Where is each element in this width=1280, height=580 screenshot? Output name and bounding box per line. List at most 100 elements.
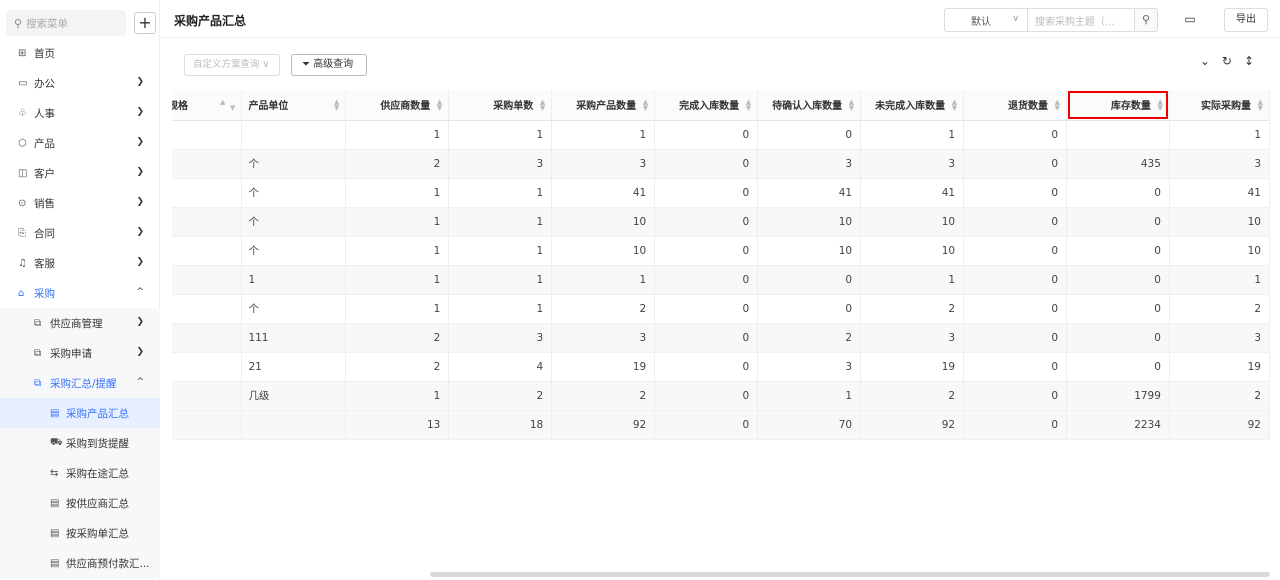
cell-spec	[172, 178, 243, 208]
table-row[interactable]: 个 1 1 10 0 10 10 0 0 10	[172, 236, 1270, 266]
sort-icon[interactable]: ▲ ▼	[1055, 99, 1060, 112]
export-button[interactable]: 导出	[1224, 8, 1268, 32]
col-header-purchase-qty[interactable]: 采购产品数量 ▲ ▼	[551, 90, 656, 121]
table-row[interactable]: 111 2 3 3 0 2 3 0 0 3	[172, 323, 1270, 353]
chevron-down-icon: ❯	[136, 317, 144, 327]
cell-return-qty: 0	[963, 120, 1067, 150]
sort-icon[interactable]: ▲ ▼	[540, 99, 545, 112]
chevron-up-icon: ^	[136, 287, 144, 297]
cell-inventory-qty	[1066, 120, 1170, 150]
col-header-unit[interactable]: 产品单位 ▲ ▼	[241, 90, 347, 121]
refresh-icon[interactable]: ↻	[1222, 54, 1232, 68]
col-header-pending-qty[interactable]: 待确认入库数量 ▲ ▼	[757, 90, 862, 121]
col-header-supplier-count[interactable]: 供应商数量 ▲ ▼	[345, 90, 450, 121]
add-button[interactable]: +	[134, 12, 156, 34]
menu-search-input[interactable]: ⚲ 搜索菜单	[6, 10, 126, 36]
cell-inventory-qty: 0	[1066, 352, 1170, 382]
col-header-unstocked-qty[interactable]: 未完成入库数量 ▲ ▼	[860, 90, 965, 121]
cell-pending-qty: 0	[757, 120, 862, 150]
cell-spec	[172, 352, 243, 382]
menu-item-product[interactable]: ⬡ 产品 ❯	[0, 128, 160, 158]
menu-item-service[interactable]: ♫ 客服 ❯	[0, 248, 160, 278]
table-row[interactable]: 几级 1 2 2 0 1 2 0 1799 2	[172, 381, 1270, 411]
cell-stocked-qty: 0	[654, 265, 759, 295]
table-row[interactable]: 个 2 3 3 0 3 3 0 435 3	[172, 149, 1270, 179]
cell-unstocked-qty: 10	[860, 207, 965, 237]
table-row[interactable]: 11100101	[172, 120, 1270, 150]
menu-item-supplier-mgmt[interactable]: ⧉ 供应商管理 ❯	[0, 308, 160, 338]
chevron-down-icon: ❯	[136, 197, 144, 207]
cell-unit: 个	[241, 178, 347, 208]
menu-item-label: 供应商管理	[50, 317, 103, 330]
chevron-down-icon: ❯	[136, 227, 144, 237]
chevron-down-icon: ❯	[136, 347, 144, 357]
cell-actual-qty: 1	[1169, 120, 1270, 150]
sort-icon[interactable]: ▲ ▼	[849, 99, 854, 112]
cell-spec	[172, 120, 243, 150]
cell-purchase-qty: 1	[551, 265, 656, 295]
menu-item-arrival-reminder[interactable]: ⛟ 采购到货提醒	[0, 428, 160, 458]
menu-item-summary-reminder[interactable]: ⧉ 采购汇总/提醒 ^	[0, 368, 160, 398]
scheme-select[interactable]: 自定义方案查询 ∨	[184, 54, 280, 76]
menu-item-transit-summary[interactable]: ⇆ 采购在途汇总	[0, 458, 160, 488]
menu-item-customer[interactable]: ◫ 客户 ❯	[0, 158, 160, 188]
menu-item-supplier-summary[interactable]: ▤ 按供应商汇总	[0, 488, 160, 518]
col-header-spec[interactable]: 规格 ▲ ▼	[172, 90, 243, 121]
cell-inventory-qty: 0	[1066, 265, 1170, 295]
sort-icon[interactable]: ▲ ▼	[952, 99, 957, 112]
cell-unstocked-qty: 3	[860, 149, 965, 179]
col-header-order-count[interactable]: 采购单数 ▲ ▼	[448, 90, 553, 121]
sort-icon[interactable]: ▲ ▼	[643, 99, 648, 112]
menu-search-row: ⚲ 搜索菜单 +	[6, 10, 156, 36]
col-header-actual-qty[interactable]: 实际采购量 ▲ ▼	[1169, 90, 1270, 121]
cell-spec	[172, 294, 243, 324]
table-row[interactable]: 个112002002	[172, 294, 1270, 324]
sort-icon[interactable]: ▲ ▼	[1158, 99, 1163, 112]
table-total-row: 13 18 92 0 70 92 0 2234 92	[172, 410, 1270, 440]
collapse-icon[interactable]: ⌄	[1200, 54, 1210, 68]
cell-stocked-qty: 0	[654, 294, 759, 324]
col-header-return-qty[interactable]: 退货数量 ▲ ▼	[963, 90, 1067, 121]
cell-unit: 1	[241, 265, 347, 295]
menu-item-home[interactable]: ⊞ 首页	[0, 38, 160, 68]
sort-icon[interactable]: ▲ ▼	[437, 99, 442, 112]
view-select[interactable]: 默认 ∨	[944, 8, 1028, 32]
menu-item-label: 产品	[34, 137, 55, 150]
cell-purchase-qty: 41	[551, 178, 656, 208]
monitor-icon[interactable]: ▭	[1178, 8, 1202, 32]
sort-icon[interactable]: ▲ ▼	[746, 99, 751, 112]
table-row[interactable]: 1111001001	[172, 265, 1270, 295]
cell-order-count: 1	[448, 207, 553, 237]
col-header-inventory-qty[interactable]: 库存数量 ▲ ▼	[1066, 90, 1170, 121]
table-row[interactable]: 个 1 1 41 0 41 41 0 0 41	[172, 178, 1270, 208]
menu-item-office[interactable]: ▭ 办公 ❯	[0, 68, 160, 98]
menu-item-hr[interactable]: ♧ 人事 ❯	[0, 98, 160, 128]
summary-table: 规格 ▲ ▼ 产品单位 ▲ ▼ 供应商数量 ▲ ▼ 采购单数 ▲ ▼ 采购产品数量 ▲ ▼ 完成入库…	[172, 90, 1270, 440]
report-icon: ▤	[50, 497, 60, 509]
cell-spec	[172, 236, 243, 266]
menu-item-purchase[interactable]: ⌂ 采购 ^	[0, 278, 160, 308]
table-row[interactable]: 个 1 1 10 0 10 10 0 0 10	[172, 207, 1270, 237]
sort-icon[interactable]: ▲ ▼	[220, 99, 235, 112]
search-button[interactable]: ⚲	[1134, 8, 1158, 32]
sort-icon[interactable]: ▲ ▼	[1258, 99, 1263, 112]
cell-return-qty: 0	[963, 294, 1067, 324]
total-cell-unstocked-qty: 92	[860, 410, 965, 440]
menu-item-sales[interactable]: ⊙ 销售 ❯	[0, 188, 160, 218]
cell-order-count: 4	[448, 352, 553, 382]
advanced-query-button[interactable]: ⏷ 高级查询	[291, 54, 367, 76]
horizontal-scrollbar[interactable]	[430, 572, 1270, 577]
truck-icon: ⛟	[50, 436, 63, 448]
menu-item-product-summary[interactable]: ▤ 采购产品汇总	[0, 398, 160, 428]
table-row[interactable]: 21 2 4 19 0 3 19 0 0 19	[172, 352, 1270, 382]
main-menu: ⊞ 首页 ▭ 办公 ❯ ♧ 人事 ❯ ⬡ 产品 ❯ ◫ 客户 ❯ ⊙ 销售 ❯ …	[0, 38, 160, 578]
menu-item-purchase-request[interactable]: ⧉ 采购申请 ❯	[0, 338, 160, 368]
menu-item-order-summary[interactable]: ▤ 按采购单汇总	[0, 518, 160, 548]
menu-item-contract[interactable]: ⎘ 合同 ❯	[0, 218, 160, 248]
cell-unit: 个	[241, 149, 347, 179]
sort-icon[interactable]: ▲ ▼	[334, 99, 339, 112]
column-height-icon[interactable]: ↕	[1244, 54, 1254, 68]
menu-item-prepayment-summary[interactable]: ▤ 供应商预付款汇...	[0, 548, 160, 578]
cell-purchase-qty: 2	[551, 294, 656, 324]
col-header-stocked-qty[interactable]: 完成入库数量 ▲ ▼	[654, 90, 759, 121]
